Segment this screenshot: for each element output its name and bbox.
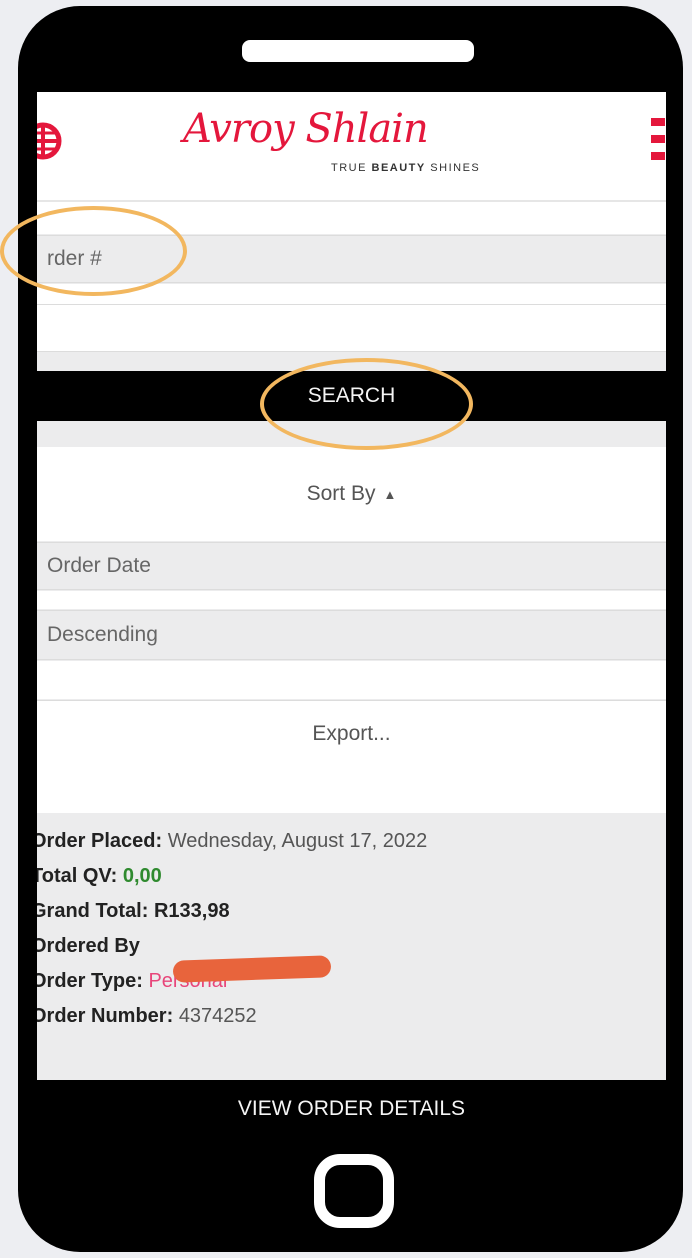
order-placed-row: Order Placed: Wednesday, August 17, 2022 — [37, 830, 428, 852]
sort-by-toggle[interactable]: Sort By ▲ — [37, 447, 666, 541]
globe-icon[interactable] — [37, 121, 63, 161]
order-summary: Order Placed: Wednesday, August 17, 2022… — [37, 830, 666, 1040]
ordered-by-row: Ordered By — [37, 935, 140, 957]
sort-by-label: Sort By — [306, 482, 376, 505]
export-button[interactable]: Export... — [37, 700, 666, 768]
spacer-band — [37, 767, 666, 813]
order-type-row: Order Type: Personal — [37, 970, 227, 992]
site-header: Avroy Shlain TRUE BEAUTY SHINES — [37, 92, 666, 202]
order-number-row: Order Number: 4374252 — [37, 1005, 257, 1027]
spacer-band — [37, 661, 666, 699]
sort-direction-select[interactable]: Descending — [37, 610, 666, 660]
sort-field-value: Order Date — [47, 554, 151, 577]
view-order-details-button[interactable]: VIEW ORDER DETAILS — [37, 1080, 666, 1137]
sort-direction-value: Descending — [47, 623, 158, 646]
phone-frame: Avroy Shlain TRUE BEAUTY SHINES rder # S… — [18, 6, 683, 1252]
grand-total-row: Grand Total: R133,98 — [37, 900, 230, 922]
highlight-circle-order-field — [0, 206, 187, 296]
brand-logo[interactable]: Avroy Shlain TRUE BEAUTY SHINES — [183, 106, 535, 184]
total-qv-row: Total QV: 0,00 — [37, 865, 162, 887]
highlight-circle-search — [260, 358, 473, 450]
home-button[interactable] — [314, 1154, 394, 1228]
sort-caret-up-icon: ▲ — [383, 486, 397, 502]
hamburger-menu-icon[interactable] — [651, 118, 665, 169]
sort-field-select[interactable]: Order Date — [37, 542, 666, 590]
phone-speaker — [242, 40, 474, 62]
brand-tagline: TRUE BEAUTY SHINES — [331, 162, 481, 174]
brand-wordmark: Avroy Shlain — [183, 106, 429, 152]
secondary-input[interactable] — [37, 304, 666, 352]
spacer-band — [37, 591, 666, 609]
